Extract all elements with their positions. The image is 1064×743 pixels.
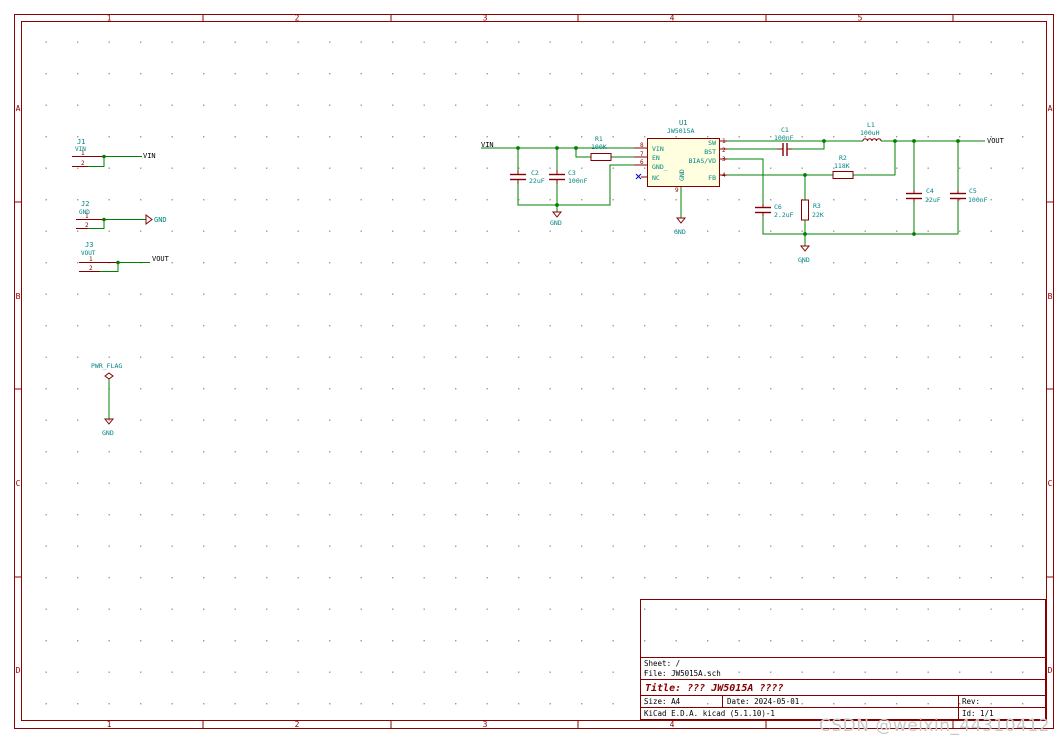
j1-pin1: 1 — [81, 150, 85, 157]
gnd-label-3: GND — [798, 256, 810, 264]
row-label-b-right: B — [1048, 292, 1053, 301]
tb-sheet: Sheet: / — [644, 659, 680, 668]
row-label-c: C — [16, 479, 21, 488]
u1-pin-gnd: GND_ — [652, 163, 668, 171]
row-label-a-right: A — [1048, 104, 1053, 113]
schematic-sheet: 1 2 3 4 5 1 2 3 4 A B C D A B C D J1 VIN… — [14, 14, 1054, 729]
j1-pin2: 2 — [81, 160, 85, 167]
l1-ref: L1 — [867, 121, 875, 129]
j1-net-label: VIN — [143, 152, 156, 160]
c1-ref: C1 — [781, 126, 789, 134]
r3-value: 22K — [812, 211, 824, 219]
j3-pin1: 1 — [89, 256, 93, 263]
net-vin-label: VIN — [481, 141, 494, 149]
j1-ref: J1 — [77, 138, 85, 146]
l1-value: 100uH — [860, 129, 880, 137]
c4-value: 22uF — [925, 196, 941, 204]
c3-ref: C3 — [568, 169, 576, 177]
c1-value: 100nF — [774, 134, 794, 142]
col-label-5: 5 — [858, 14, 863, 23]
tb-title: Title: ??? JW5015A ???? — [645, 682, 783, 694]
j2-net-label: GND — [154, 216, 167, 224]
u1-pin-vin: VIN — [652, 145, 664, 153]
row-label-d: D — [16, 666, 21, 675]
net-vout-label: VOUT — [987, 137, 1005, 145]
u1-num-9: 9 — [675, 187, 679, 194]
gnd-label-1: GND — [550, 219, 562, 227]
col-label-1: 1 — [107, 14, 112, 23]
j2-pin1: 1 — [85, 213, 89, 220]
watermark: CSDN @weixin_44310412 — [818, 716, 1050, 736]
tb-rev: Rev: — [962, 697, 980, 706]
c3-value: 100nF — [568, 177, 588, 185]
row-label-a: A — [16, 104, 21, 113]
u1-pin-nc: NC — [652, 174, 660, 182]
col-label-2-bottom: 2 — [295, 720, 300, 729]
r1-ref: R1 — [595, 135, 603, 143]
tb-tool: KiCad E.D.A. kicad (5.1.10)-1 — [644, 709, 775, 718]
u1-ref: U1 — [679, 119, 687, 127]
j2-pin2: 2 — [85, 222, 89, 229]
tb-file: File: JW5015A.sch — [644, 669, 721, 678]
j3-net-label: VOUT — [152, 255, 170, 263]
pwr-flag-label: PWR_FLAG — [91, 362, 122, 370]
u1-value: JW5015A — [667, 127, 694, 135]
c2-value: 22uF — [529, 177, 545, 185]
j3-ref: J3 — [85, 241, 93, 249]
pwr-flag-gnd-label: GND — [102, 429, 114, 437]
row-label-d-right: D — [1048, 666, 1053, 675]
r1-value: 100K — [591, 143, 607, 151]
row-label-c-right: C — [1048, 479, 1053, 488]
r3-ref: R3 — [813, 202, 821, 210]
c5-ref: C5 — [969, 187, 977, 195]
grid-dots — [22, 22, 1046, 720]
c2-ref: C2 — [531, 169, 539, 177]
c5-value: 100nF — [968, 196, 988, 204]
col-label-2: 2 — [295, 14, 300, 23]
u1-pin-en: EN — [652, 154, 660, 162]
j3-pin2: 2 — [89, 265, 93, 272]
col-label-1-bottom: 1 — [107, 720, 112, 729]
c6-value: 2.2uF — [774, 211, 794, 219]
r2-value: 118K — [834, 162, 850, 170]
u1-num-2: 2 — [722, 147, 726, 154]
gnd-label-2: GND — [674, 228, 686, 236]
row-label-b: B — [16, 292, 21, 301]
j2-ref: J2 — [81, 200, 89, 208]
u1-pin-bst: BST — [704, 148, 716, 156]
col-label-4: 4 — [670, 14, 675, 23]
col-label-3-bottom: 3 — [483, 720, 488, 729]
c6-ref: C6 — [774, 203, 782, 211]
c4-ref: C4 — [926, 187, 934, 195]
tb-date: Date: 2024-05-01 — [727, 697, 799, 706]
u1-pin-fb: FB — [708, 174, 716, 182]
tb-size: Size: A4 — [644, 697, 681, 706]
u1-pin-sw: SW — [708, 139, 716, 147]
u1-pin-gnd-bottom: GND — [678, 169, 686, 181]
col-label-3: 3 — [483, 14, 488, 23]
u1-pin-bias: BIAS/VD — [689, 157, 716, 165]
r2-ref: R2 — [839, 154, 847, 162]
col-label-4-bottom: 4 — [670, 720, 675, 729]
